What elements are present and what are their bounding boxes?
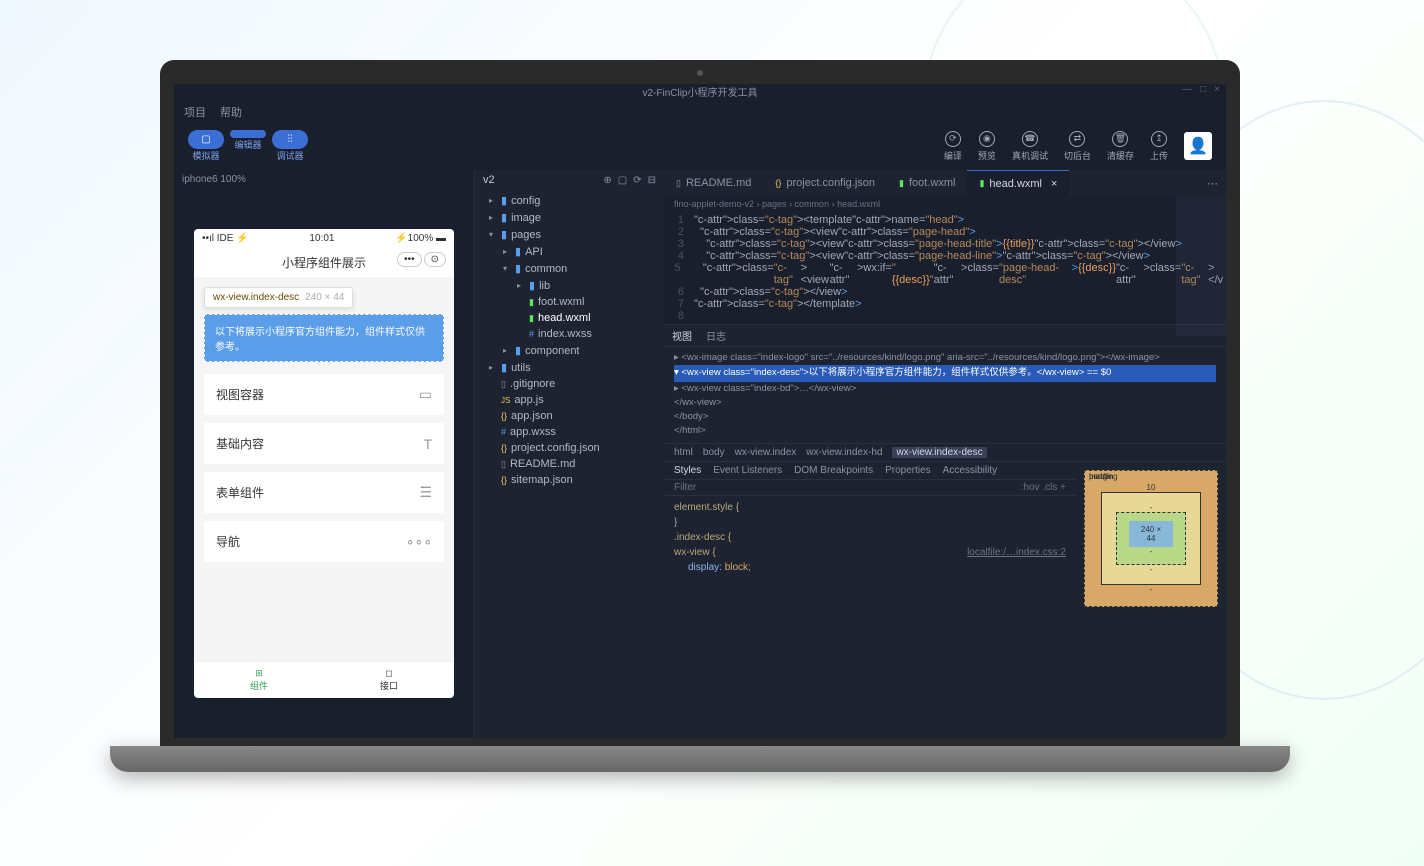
tree-item[interactable]: ▾▮ pages — [475, 226, 664, 243]
capsule-close-icon[interactable]: ⊙ — [424, 252, 446, 267]
app-title: 小程序组件展示 — [282, 256, 366, 270]
toolbar-button[interactable] — [230, 130, 266, 138]
tree-item[interactable]: ▾▮ common — [475, 260, 664, 277]
toolbar-action[interactable]: 🗑清缓存 — [1107, 131, 1134, 162]
dom-breadcrumb[interactable]: htmlbodywx-view.indexwx-view.index-hdwx-… — [664, 443, 1226, 461]
ide-screen: v2-FinClip小程序开发工具 —□× 项目 帮助 ▢模拟器编辑器⫶⫶调试器… — [174, 84, 1226, 738]
toolbar-action[interactable]: ↥上传 — [1150, 131, 1168, 162]
collapse-icon[interactable]: ⊟ — [648, 175, 656, 186]
sim-menu-item[interactable]: 导航∘∘∘ — [204, 521, 444, 562]
avatar[interactable]: 👤 — [1184, 132, 1212, 160]
tree-item[interactable]: {} project.config.json — [475, 440, 664, 456]
inspector-tooltip: wx-view.index-desc 240 × 44 — [204, 287, 353, 308]
styles-tab[interactable]: Accessibility — [943, 465, 997, 476]
tree-item[interactable]: {} app.json — [475, 408, 664, 424]
toolbar-action[interactable]: ⇄切后台 — [1064, 131, 1091, 162]
refresh-icon[interactable]: ⟳ — [633, 175, 641, 186]
styles-tab[interactable]: DOM Breakpoints — [794, 465, 873, 476]
tree-item[interactable]: ▯ README.md — [475, 456, 664, 472]
menu-project[interactable]: 项目 — [184, 104, 206, 120]
dom-inspector[interactable]: ▸ <wx-image class="index-logo" src="../r… — [664, 347, 1226, 443]
devtools-tab[interactable]: 视图 — [672, 328, 692, 343]
tree-item[interactable]: ▸▮ config — [475, 192, 664, 209]
css-rules[interactable]: element.style {}.index-desc {</span></di… — [664, 496, 1076, 579]
minimap[interactable] — [1176, 196, 1226, 336]
styles-filter[interactable]: Filter — [674, 482, 696, 493]
styles-tab[interactable]: Styles — [674, 465, 701, 476]
toolbar-button[interactable]: ⫶⫶ — [272, 130, 308, 149]
toolbar-action[interactable]: ☎真机调试 — [1012, 131, 1048, 162]
tree-item[interactable]: # index.wxss — [475, 326, 664, 342]
tree-item[interactable]: # app.wxss — [475, 424, 664, 440]
tree-item[interactable]: ▸▮ lib — [475, 277, 664, 294]
menubar: 项目 帮助 — [174, 102, 1226, 122]
window-title: v2-FinClip小程序开发工具 — [642, 88, 757, 99]
box-content-size: 240 × 44 — [1129, 521, 1173, 547]
breadcrumb[interactable]: fino-applet-demo-v2 › pages › common › h… — [664, 196, 1226, 212]
toolbar-button[interactable]: ▢ — [188, 130, 224, 149]
sim-menu-item[interactable]: 表单组件☰ — [204, 472, 444, 513]
editor-tab[interactable]: {} project.config.json — [763, 170, 887, 196]
tooltip-size: 240 × 44 — [305, 292, 344, 303]
editor-pane: ▯ README.md{} project.config.json▮ foot.… — [664, 170, 1226, 738]
sim-menu-item[interactable]: 视图容器▭ — [204, 374, 444, 415]
toolbar-action[interactable]: ◉预览 — [978, 131, 996, 162]
phone-time: 10:01 — [309, 233, 334, 244]
box-model: margin 10 border - padding 240 × 44 — [1076, 462, 1226, 739]
highlighted-element: 以下将展示小程序官方组件能力，组件样式仅供参考。 — [204, 314, 444, 362]
code-editor[interactable]: 1"c-attr">class="c-tag"><template "c-att… — [664, 212, 1226, 324]
tree-item[interactable]: ▮ foot.wxml — [475, 294, 664, 310]
tree-item[interactable]: {} sitemap.json — [475, 472, 664, 488]
tree-item[interactable]: ▮ head.wxml — [475, 310, 664, 326]
editor-tab[interactable]: ▯ README.md — [664, 170, 763, 196]
new-folder-icon[interactable]: ▢ — [618, 175, 627, 186]
styles-tab[interactable]: Event Listeners — [713, 465, 782, 476]
styles-filter-actions[interactable]: :hov .cls + — [1021, 482, 1066, 493]
tree-item[interactable]: ▯ .gitignore — [475, 376, 664, 392]
phone-tab[interactable]: ◻接口 — [324, 662, 454, 698]
tab-overflow-icon[interactable]: ⋯ — [1199, 177, 1226, 190]
editor-tab[interactable]: ▮ foot.wxml — [887, 170, 967, 196]
toolbar-action[interactable]: ⟳编译 — [944, 131, 962, 162]
laptop-frame: v2-FinClip小程序开发工具 —□× 项目 帮助 ▢模拟器编辑器⫶⫶调试器… — [160, 60, 1240, 772]
tree-item[interactable]: ▸▮ API — [475, 243, 664, 260]
sim-device-label: iphone6 100% — [174, 170, 474, 189]
sim-menu-item[interactable]: 基础内容T — [204, 423, 444, 464]
new-file-icon[interactable]: ⊕ — [603, 175, 611, 186]
phone-battery: ⚡100% ▬ — [395, 233, 446, 244]
window-titlebar: v2-FinClip小程序开发工具 —□× — [174, 84, 1226, 102]
devtools-tab[interactable]: 日志 — [706, 328, 726, 343]
styles-tab[interactable]: Properties — [885, 465, 931, 476]
editor-tab[interactable]: ▮ head.wxml× — [967, 170, 1069, 196]
project-root[interactable]: v2 — [483, 174, 495, 186]
toolbar: ▢模拟器编辑器⫶⫶调试器 ⟳编译◉预览☎真机调试⇄切后台🗑清缓存↥上传 👤 — [174, 122, 1226, 170]
capsule-menu-icon[interactable]: ••• — [397, 252, 422, 267]
menu-help[interactable]: 帮助 — [220, 104, 242, 120]
tree-item[interactable]: ▸▮ component — [475, 342, 664, 359]
tree-item[interactable]: ▸▮ image — [475, 209, 664, 226]
tree-item[interactable]: ▸▮ utils — [475, 359, 664, 376]
phone-signal: ••ıl IDE ⚡ — [202, 233, 249, 244]
phone-tab[interactable]: ⊞组件 — [194, 662, 324, 698]
phone-simulator: ••ıl IDE ⚡ 10:01 ⚡100% ▬ 小程序组件展示 ••• ⊙ — [194, 229, 454, 698]
window-controls[interactable]: —□× — [1182, 84, 1220, 95]
devtools: 视图日志 ▸ <wx-image class="index-logo" src=… — [664, 324, 1226, 738]
simulator-pane: iphone6 100% ••ıl IDE ⚡ 10:01 ⚡100% ▬ 小程… — [174, 170, 474, 738]
tooltip-selector: wx-view.index-desc — [213, 292, 299, 303]
tree-item[interactable]: JS app.js — [475, 392, 664, 408]
file-explorer: v2 ⊕ ▢ ⟳ ⊟ ▸▮ config▸▮ image▾▮ pages▸▮ A… — [474, 170, 664, 738]
